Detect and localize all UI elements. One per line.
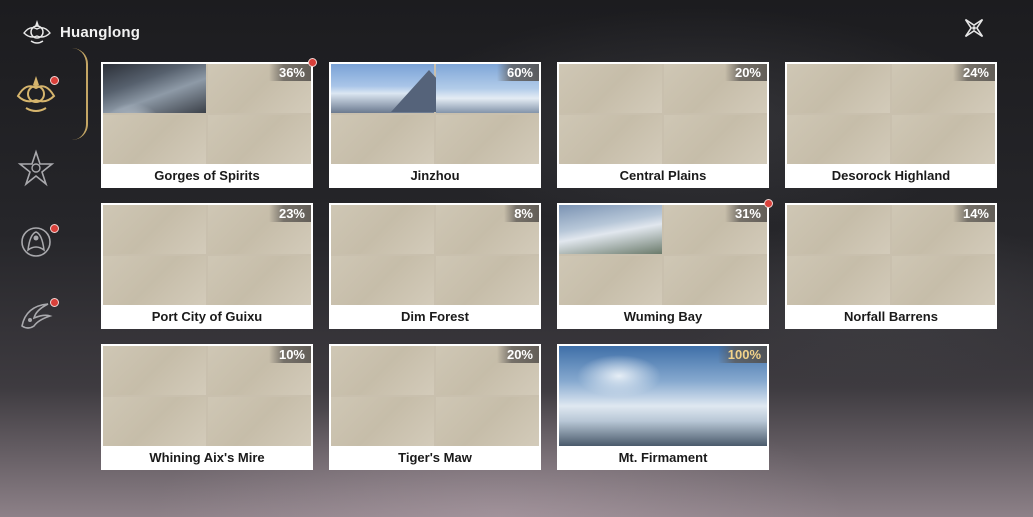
undiscovered-tile bbox=[559, 115, 662, 164]
region-name: Dim Forest bbox=[401, 309, 469, 324]
progress-badge: 8% bbox=[504, 205, 539, 222]
undiscovered-tile bbox=[331, 205, 434, 254]
region-name: Wuming Bay bbox=[623, 309, 703, 324]
progress-badge: 20% bbox=[496, 346, 539, 363]
region-name: Tiger's Maw bbox=[398, 450, 472, 465]
progress-badge: 10% bbox=[268, 346, 311, 363]
sidebar-item-4[interactable] bbox=[14, 294, 59, 338]
undiscovered-tile bbox=[787, 256, 890, 305]
notification-dot bbox=[50, 298, 59, 307]
undiscovered-tile bbox=[331, 115, 434, 164]
progress-badge: 23% bbox=[268, 205, 311, 222]
progress-badge: 60% bbox=[496, 64, 539, 81]
region-card-dim-forest[interactable]: 8% Dim Forest bbox=[329, 203, 541, 329]
undiscovered-tile bbox=[208, 115, 311, 164]
notification-dot bbox=[50, 76, 59, 85]
undiscovered-tile bbox=[436, 256, 539, 305]
region-name: Port City of Guixu bbox=[151, 309, 263, 324]
undiscovered-tile bbox=[787, 205, 890, 254]
undiscovered-tile bbox=[787, 64, 890, 113]
region-card-desorock-highland[interactable]: 24% Desorock Highland bbox=[785, 62, 997, 188]
progress-badge: 24% bbox=[952, 64, 995, 81]
close-x-icon bbox=[964, 18, 984, 38]
undiscovered-tile bbox=[103, 256, 206, 305]
undiscovered-tile bbox=[331, 346, 434, 395]
discovered-tile bbox=[559, 205, 662, 254]
notification-dot bbox=[50, 224, 59, 233]
region-card-jinzhou[interactable]: 60% Jinzhou bbox=[329, 62, 541, 188]
discovered-tile bbox=[103, 64, 206, 113]
huanglong-emblem-icon bbox=[23, 20, 51, 44]
region-card-port-city-of-guixu[interactable]: 23% Port City of Guixu bbox=[101, 203, 313, 329]
region-name: Mt. Firmament bbox=[618, 450, 708, 465]
undiscovered-tile bbox=[331, 256, 434, 305]
region-name: Whining Aix's Mire bbox=[149, 450, 265, 465]
region-card-norfall-barrens[interactable]: 14% Norfall Barrens bbox=[785, 203, 997, 329]
progress-badge: 31% bbox=[724, 205, 767, 222]
undiscovered-tile bbox=[208, 397, 311, 446]
region-card-whining-aixs-mire[interactable]: 10% Whining Aix's Mire bbox=[101, 344, 313, 470]
undiscovered-tile bbox=[331, 397, 434, 446]
undiscovered-tile bbox=[103, 397, 206, 446]
sidebar-item-regions[interactable] bbox=[14, 48, 88, 140]
progress-badge: 20% bbox=[724, 64, 767, 81]
undiscovered-tile bbox=[559, 64, 662, 113]
region-card-gorges-of-spirits[interactable]: 36% Gorges of Spirits bbox=[101, 58, 317, 188]
region-name: Jinzhou bbox=[410, 168, 460, 183]
undiscovered-tile bbox=[664, 115, 767, 164]
region-name: Norfall Barrens bbox=[844, 309, 938, 324]
region-card-central-plains[interactable]: 20% Central Plains bbox=[557, 62, 769, 188]
region-name: Desorock Highland bbox=[831, 168, 951, 183]
discovered-tile bbox=[331, 64, 467, 113]
sidebar bbox=[0, 48, 88, 358]
progress-badge: 36% bbox=[268, 64, 311, 81]
undiscovered-tile bbox=[103, 115, 206, 164]
undiscovered-tile bbox=[892, 256, 995, 305]
sidebar-item-2[interactable] bbox=[14, 146, 58, 190]
region-name: Central Plains bbox=[619, 168, 707, 183]
undiscovered-tile bbox=[892, 115, 995, 164]
undiscovered-tile bbox=[436, 397, 539, 446]
close-button[interactable] bbox=[958, 12, 990, 44]
region-card-tigers-maw[interactable]: 20% Tiger's Maw bbox=[329, 344, 541, 470]
progress-badge: 14% bbox=[952, 205, 995, 222]
undiscovered-tile bbox=[664, 256, 767, 305]
region-card-wuming-bay[interactable]: 31% Wuming Bay bbox=[557, 199, 773, 329]
notification-dot bbox=[764, 199, 773, 208]
undiscovered-tile bbox=[103, 205, 206, 254]
star-crest-icon bbox=[17, 149, 55, 187]
region-grid: 36% Gorges of Spirits 60% Jinzhou 20% Ce… bbox=[101, 58, 997, 470]
progress-badge: 100% bbox=[717, 346, 767, 363]
undiscovered-tile bbox=[559, 256, 662, 305]
notification-dot bbox=[308, 58, 317, 67]
region-title: Huanglong bbox=[60, 23, 141, 41]
sidebar-item-3[interactable] bbox=[14, 220, 59, 264]
undiscovered-tile bbox=[103, 346, 206, 395]
region-card-mt-firmament[interactable]: 100% Mt. Firmament bbox=[557, 344, 769, 470]
undiscovered-tile bbox=[436, 115, 539, 164]
header: Huanglong bbox=[22, 14, 140, 50]
region-name: Gorges of Spirits bbox=[154, 168, 260, 183]
undiscovered-tile bbox=[787, 115, 890, 164]
undiscovered-tile bbox=[208, 256, 311, 305]
